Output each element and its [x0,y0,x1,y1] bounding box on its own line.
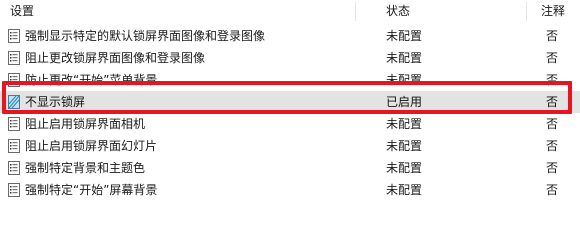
policy-document-icon [8,139,20,153]
table-header: 设置 状态 注释 [0,0,580,23]
policy-status: 未配置 [386,29,423,43]
policy-status: 未配置 [386,73,423,87]
table-row-selected[interactable]: 不显示锁屏 已启用 否 [0,91,580,113]
policy-name: 强制显示特定的默认锁屏界面图像和登录图像 [25,29,266,43]
policy-comment: 否 [546,73,559,87]
table-row[interactable]: 强制特定背景和主题色 未配置 否 [0,157,580,179]
policy-status: 未配置 [386,117,423,131]
policy-name: 阻止启用锁屏界面相机 [25,117,146,131]
column-header-comment[interactable]: 注释 [541,0,565,23]
table-row[interactable]: 防止更改“开始”菜单背景 未配置 否 [0,69,580,91]
policy-status: 未配置 [386,139,423,153]
policy-document-icon [8,183,20,197]
policy-comment: 否 [546,29,559,43]
policy-name: 不显示锁屏 [25,95,86,109]
policy-name: 阻止更改锁屏界面图像和登录图像 [25,51,206,65]
table-row[interactable]: 阻止更改锁屏界面图像和登录图像 未配置 否 [0,47,580,69]
table-row[interactable]: 阻止启用锁屏界面幻灯片 未配置 否 [0,135,580,157]
policy-document-icon [8,161,20,175]
policy-comment: 否 [546,51,559,65]
policy-name: 强制特定“开始”屏幕背景 [25,183,158,197]
policy-comment: 否 [546,95,559,109]
policy-document-icon [8,117,20,131]
policy-comment: 否 [546,117,559,131]
policy-status: 已启用 [386,95,423,109]
policy-enabled-icon [8,95,20,109]
policy-settings-window: 设置 状态 注释 强制显示特定的默认锁屏界面图像和登录图像 未配置 否 阻止更改… [0,0,580,200]
table-row[interactable]: 强制显示特定的默认锁屏界面图像和登录图像 未配置 否 [0,25,580,47]
column-header-status[interactable]: 状态 [386,0,410,23]
policy-name: 阻止启用锁屏界面幻灯片 [25,139,158,153]
column-header-setting[interactable]: 设置 [10,0,34,23]
policy-document-icon [8,73,20,87]
policy-list: 强制显示特定的默认锁屏界面图像和登录图像 未配置 否 阻止更改锁屏界面图像和登录… [0,25,580,201]
policy-comment: 否 [546,139,559,153]
policy-document-icon [8,51,20,65]
column-divider[interactable] [526,2,527,21]
policy-name: 防止更改“开始”菜单背景 [25,73,158,87]
policy-status: 未配置 [386,183,423,197]
policy-document-icon [8,29,20,43]
policy-comment: 否 [546,161,559,175]
policy-status: 未配置 [386,161,423,175]
table-row[interactable]: 阻止启用锁屏界面相机 未配置 否 [0,113,580,135]
policy-status: 未配置 [386,51,423,65]
column-divider[interactable] [355,2,356,21]
table-row[interactable]: 强制特定“开始”屏幕背景 未配置 否 [0,179,580,201]
policy-name: 强制特定背景和主题色 [25,161,146,175]
policy-comment: 否 [546,183,559,197]
